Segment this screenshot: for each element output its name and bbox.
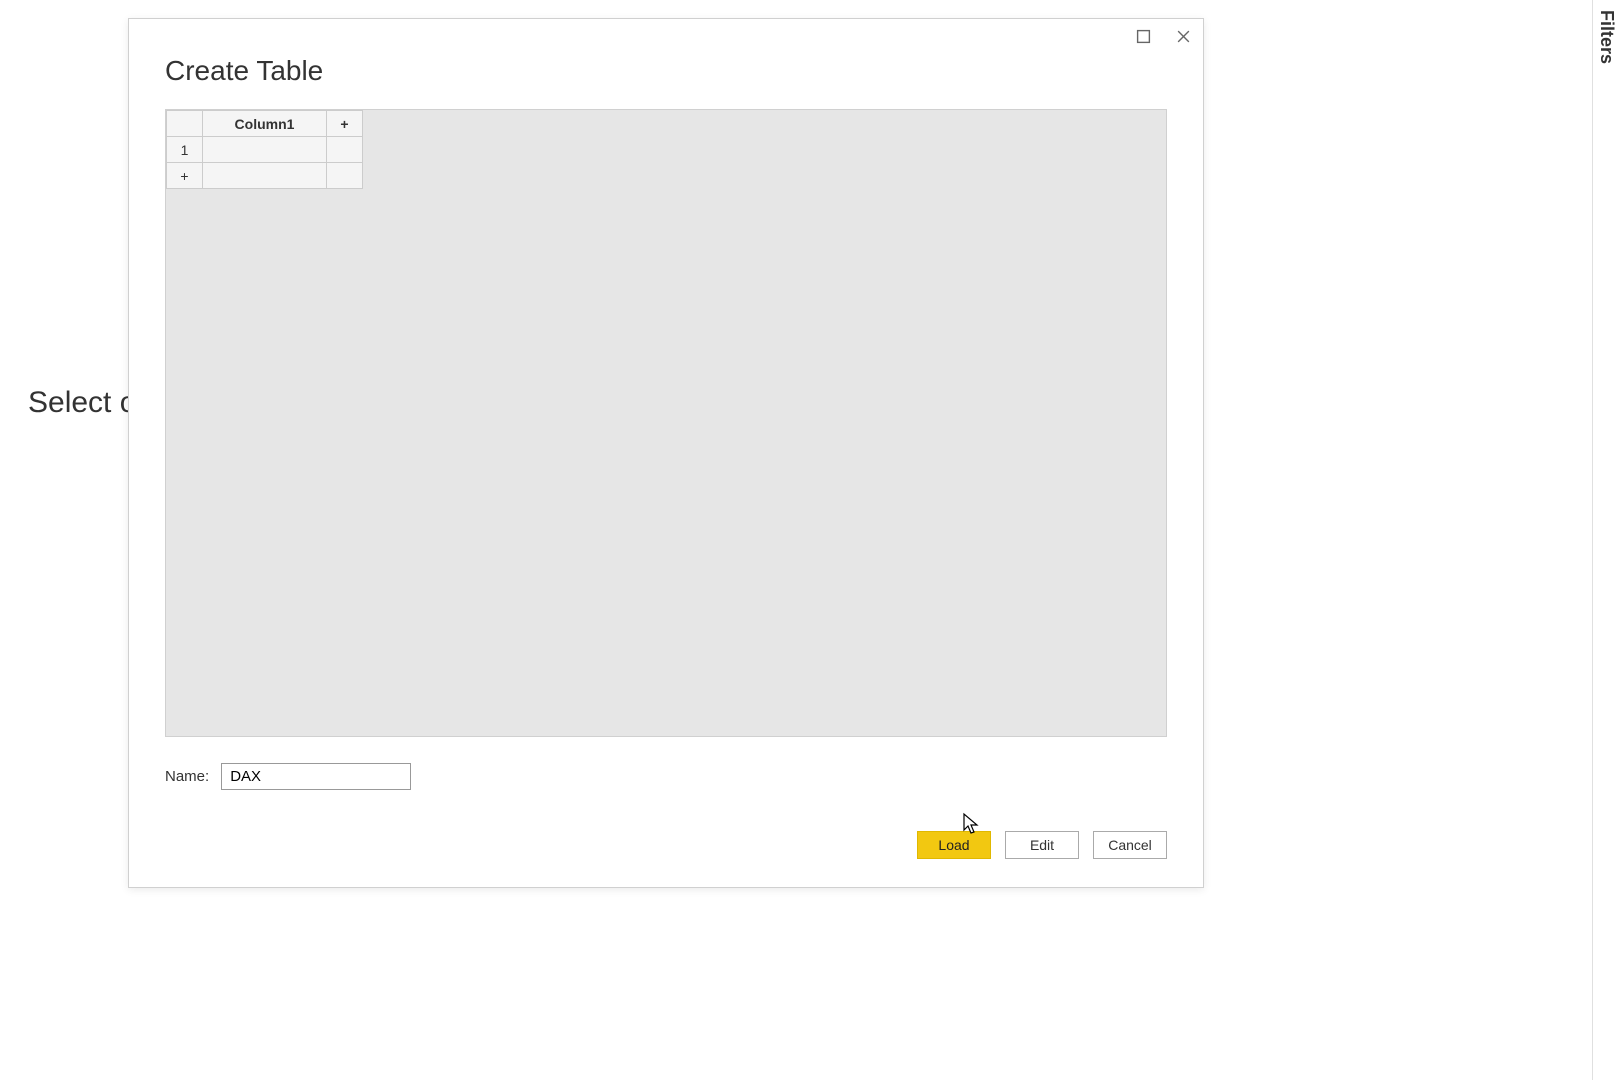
edit-button[interactable]: Edit (1005, 831, 1079, 859)
load-button[interactable]: Load (917, 831, 991, 859)
close-icon (1176, 29, 1191, 49)
background-partial-text: Select o (28, 386, 136, 420)
column-header[interactable]: Column1 (203, 111, 327, 137)
row-number: 1 (167, 137, 203, 163)
corner-cell (167, 111, 203, 137)
add-column-button[interactable]: + (327, 111, 363, 137)
enter-data-table: Column1 + 1 + (166, 110, 363, 189)
filters-pane-label: Filters (1596, 10, 1617, 64)
cancel-button[interactable]: Cancel (1093, 831, 1167, 859)
empty-cell (327, 163, 363, 189)
table-grid-area[interactable]: Column1 + 1 + (165, 109, 1167, 737)
close-button[interactable] (1173, 29, 1193, 49)
data-cell[interactable] (203, 137, 327, 163)
maximize-button[interactable] (1133, 29, 1153, 49)
dialog-title: Create Table (165, 55, 323, 87)
create-table-dialog: Create Table Column1 + 1 + Name: Load (128, 18, 1204, 888)
maximize-icon (1136, 29, 1151, 49)
table-name-input[interactable] (221, 763, 411, 790)
filters-pane[interactable]: Filters (1592, 0, 1622, 1080)
add-row-button[interactable]: + (167, 163, 203, 189)
name-label: Name: (165, 768, 209, 785)
empty-cell (327, 137, 363, 163)
empty-data-cell (203, 163, 327, 189)
